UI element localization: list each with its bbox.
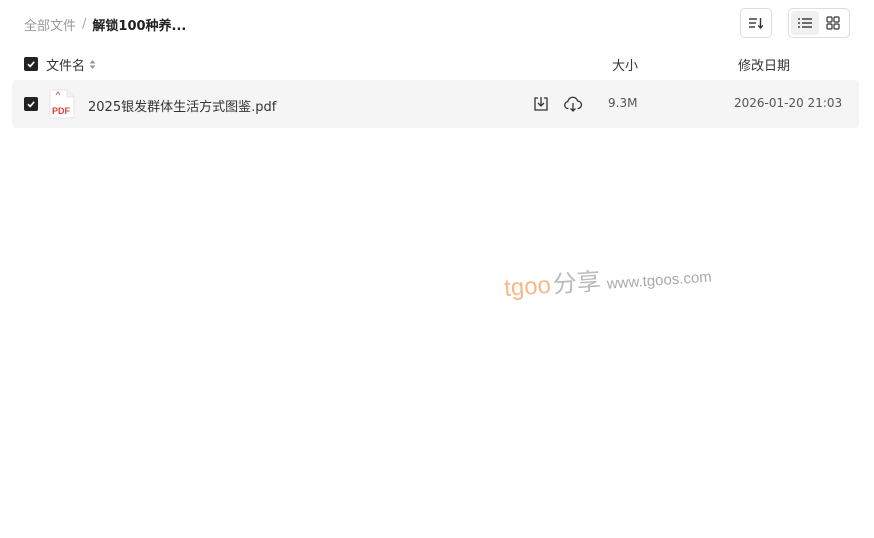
- grid-view-icon: [826, 16, 840, 30]
- column-date-header: 修改日期: [738, 59, 791, 74]
- breadcrumb-separator: /: [82, 16, 87, 32]
- list-view-button[interactable]: [791, 11, 819, 35]
- file-browser: 全部文件 / 解锁100种养... 文件名 大小 修改日期 PDF 2025银发…: [0, 0, 874, 538]
- table-header: 文件名 大小 修改日期: [0, 52, 874, 76]
- grid-view-button[interactable]: [819, 11, 847, 35]
- watermark-brand: tgoo: [503, 271, 552, 302]
- file-modified-date: 2026-01-20 21:03: [734, 96, 843, 110]
- sort-toggle-icon: [89, 59, 96, 70]
- breadcrumb-current: 解锁100种养...: [92, 18, 187, 34]
- watermark: tgoo 分享 www.tgoos.com: [503, 254, 713, 303]
- sort-button[interactable]: [740, 8, 772, 38]
- row-checkbox[interactable]: [24, 97, 38, 111]
- watermark-url: www.tgoos.com: [606, 268, 713, 293]
- breadcrumb-root[interactable]: 全部文件: [24, 15, 76, 34]
- column-name-label: 文件名: [46, 59, 86, 74]
- table-row[interactable]: PDF 2025银发群体生活方式图鉴.pdf 9.3M 2026-01-20 2…: [12, 80, 859, 128]
- watermark-cn: 分享: [551, 267, 602, 299]
- view-toggle: [788, 8, 850, 38]
- select-all-checkbox[interactable]: [24, 57, 38, 71]
- column-size-header: 大小: [612, 59, 639, 74]
- file-size: 9.3M: [608, 96, 638, 110]
- sort-lines-icon: [748, 16, 764, 30]
- list-view-icon: [798, 17, 812, 29]
- file-name[interactable]: 2025银发群体生活方式图鉴.pdf: [88, 96, 276, 115]
- download-icon[interactable]: [532, 95, 550, 113]
- column-name-header[interactable]: 文件名: [46, 55, 96, 74]
- pdf-file-icon: PDF: [49, 89, 75, 123]
- check-icon: [27, 61, 35, 68]
- cloud-save-icon[interactable]: [563, 95, 583, 113]
- svg-text:PDF: PDF: [52, 106, 71, 116]
- breadcrumb: 全部文件 / 解锁100种养...: [24, 14, 186, 34]
- check-icon: [27, 101, 35, 108]
